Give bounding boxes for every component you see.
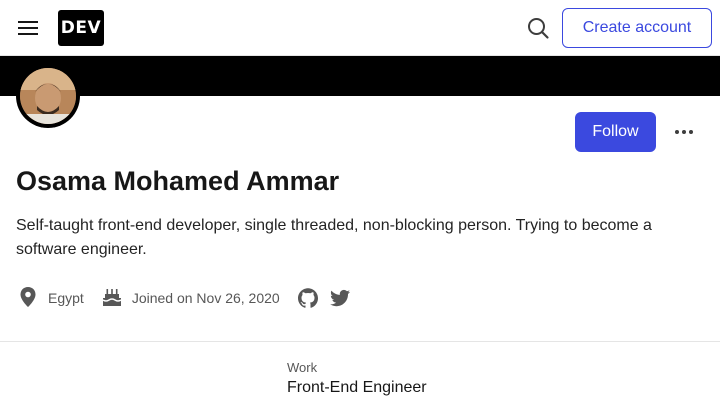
create-account-button[interactable]: Create account xyxy=(562,8,712,48)
joined-date: Joined on Nov 26, 2020 xyxy=(131,290,280,306)
menu-icon[interactable] xyxy=(12,12,44,44)
location-item: Egypt xyxy=(16,285,84,312)
social-links xyxy=(296,286,360,310)
profile-bio: Self-taught front-end developer, single … xyxy=(16,217,652,258)
search-icon[interactable] xyxy=(522,12,554,44)
twitter-icon[interactable] xyxy=(328,286,352,310)
follow-button[interactable]: Follow xyxy=(575,112,656,152)
profile-meta: Egypt Joined on Nov 26, 2020 xyxy=(16,284,360,312)
location-pin-icon xyxy=(16,285,48,312)
github-icon[interactable] xyxy=(296,286,320,310)
more-options-icon[interactable] xyxy=(668,116,700,148)
work-info: Work Front-End Engineer xyxy=(287,360,427,397)
joined-item: Joined on Nov 26, 2020 xyxy=(100,285,280,312)
profile-banner xyxy=(0,56,720,96)
work-value: Front-End Engineer xyxy=(287,379,427,396)
profile-name: Osama Mohamed Ammar xyxy=(16,166,340,196)
work-label: Work xyxy=(287,360,318,375)
dev-logo[interactable]: DEV xyxy=(58,10,104,46)
avatar xyxy=(16,64,80,128)
top-navigation-bar: DEV Create account xyxy=(0,0,720,56)
cake-icon xyxy=(100,285,132,312)
location-text: Egypt xyxy=(48,290,84,306)
